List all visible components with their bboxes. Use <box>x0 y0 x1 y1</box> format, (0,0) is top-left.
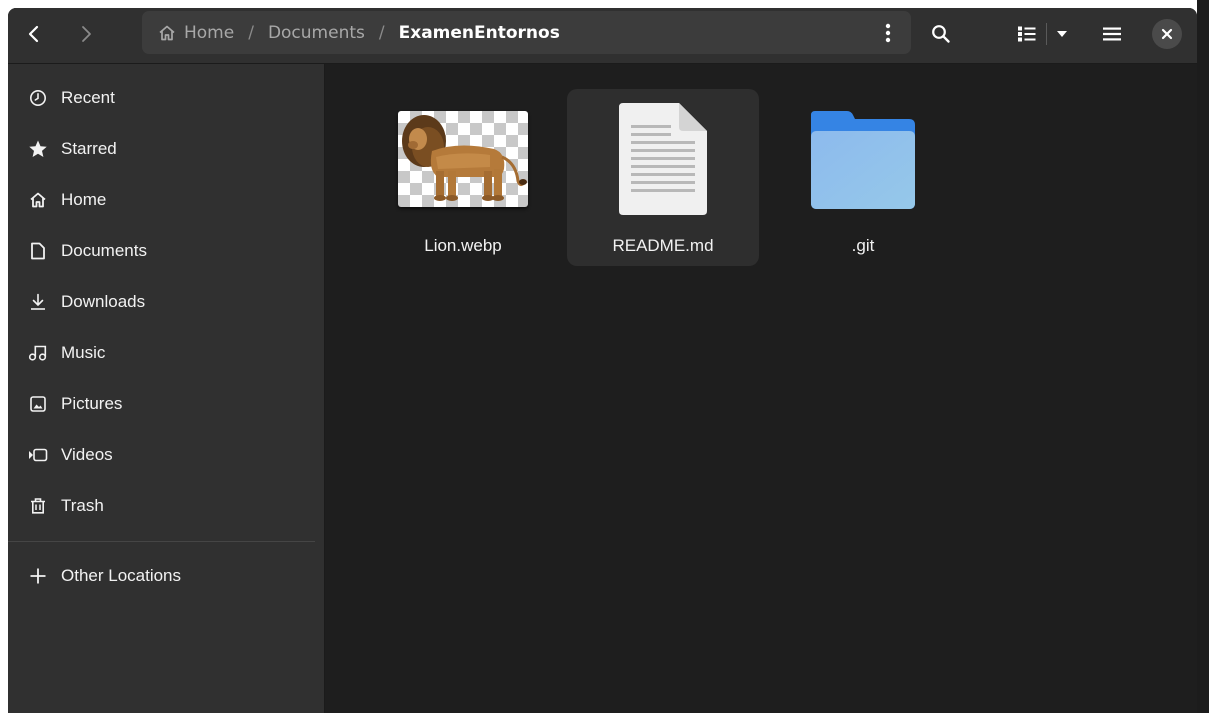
list-view-icon <box>1018 26 1036 42</box>
sidebar-item-downloads[interactable]: Downloads <box>8 280 324 324</box>
plus-icon <box>28 566 48 586</box>
search-icon <box>932 25 950 43</box>
sidebar: Recent Starred Home Documents Downloads <box>8 64 325 713</box>
hamburger-icon <box>1103 27 1121 41</box>
sidebar-divider <box>8 541 315 542</box>
home-icon <box>159 25 175 40</box>
caret-down-icon <box>1057 31 1067 37</box>
sidebar-item-label: Documents <box>61 241 147 260</box>
folder-icon <box>767 103 959 215</box>
star-icon <box>28 139 48 159</box>
music-icon <box>28 343 48 363</box>
chevron-right-icon <box>82 26 91 42</box>
breadcrumb-documents[interactable]: Documents <box>268 23 365 43</box>
breadcrumb-separator: / <box>378 22 385 43</box>
sidebar-item-label: Pictures <box>61 394 123 413</box>
file-grid: Lion.webp README.md .git <box>325 64 1197 713</box>
sidebar-item-label: Downloads <box>61 292 146 311</box>
file-manager-window: Home / Documents / ExamenEntornos Recent… <box>8 8 1197 713</box>
breadcrumb-current-label: ExamenEntornos <box>398 22 560 43</box>
vertical-dots-icon <box>885 23 891 42</box>
sidebar-item-music[interactable]: Music <box>8 331 324 375</box>
sidebar-item-label: Other Locations <box>61 566 182 585</box>
sidebar-item-recent[interactable]: Recent <box>8 76 324 120</box>
main-menu-button[interactable] <box>1095 17 1129 51</box>
breadcrumb-home-label: Home <box>184 22 235 43</box>
sidebar-item-home[interactable]: Home <box>8 178 324 222</box>
file-name: .git <box>851 236 875 255</box>
sidebar-item-label: Starred <box>61 139 117 158</box>
sidebar-item-other-locations[interactable]: Other Locations <box>8 554 324 598</box>
close-icon <box>1161 28 1173 40</box>
breadcrumb-current[interactable]: ExamenEntornos <box>399 23 560 43</box>
file-item-readme[interactable]: README.md <box>567 89 759 266</box>
video-icon <box>28 445 48 465</box>
breadcrumb-documents-label: Documents <box>267 22 365 43</box>
view-options-dropdown[interactable] <box>1048 17 1076 51</box>
close-button[interactable] <box>1152 19 1182 49</box>
document-icon <box>28 241 48 261</box>
sidebar-item-trash[interactable]: Trash <box>8 484 324 528</box>
folder-menu-button[interactable] <box>873 16 903 50</box>
text-document-icon <box>567 103 759 215</box>
file-item-git-folder[interactable]: .git <box>767 89 959 266</box>
image-thumbnail-icon <box>367 103 559 215</box>
sidebar-item-label: Videos <box>61 445 113 464</box>
search-button[interactable] <box>924 17 958 51</box>
sidebar-item-starred[interactable]: Starred <box>8 127 324 171</box>
breadcrumb-separator: / <box>248 22 254 43</box>
sidebar-item-videos[interactable]: Videos <box>8 433 324 477</box>
sidebar-item-documents[interactable]: Documents <box>8 229 324 273</box>
view-button-divider <box>1046 23 1047 45</box>
lion-image <box>402 115 527 201</box>
breadcrumb-home[interactable]: Home <box>158 23 234 43</box>
picture-icon <box>28 394 48 414</box>
view-mode-button[interactable] <box>1010 17 1044 51</box>
sidebar-item-label: Music <box>61 343 106 362</box>
adjacent-window-edge <box>1197 0 1209 713</box>
headerbar: Home / Documents / ExamenEntornos <box>8 8 1197 64</box>
download-icon <box>28 292 48 312</box>
file-name: Lion.webp <box>424 236 502 255</box>
sidebar-item-label: Trash <box>61 496 104 515</box>
path-bar[interactable]: Home / Documents / ExamenEntornos <box>142 11 911 54</box>
clock-icon <box>28 88 48 108</box>
sidebar-item-label: Recent <box>61 88 115 107</box>
sidebar-item-label: Home <box>61 190 107 209</box>
file-name: README.md <box>612 236 714 255</box>
trash-icon <box>28 496 48 516</box>
sidebar-item-pictures[interactable]: Pictures <box>8 382 324 426</box>
back-button[interactable] <box>17 17 51 51</box>
forward-button[interactable] <box>69 17 103 51</box>
chevron-left-icon <box>28 25 39 43</box>
file-item-lion[interactable]: Lion.webp <box>367 89 559 266</box>
home-icon <box>28 190 48 210</box>
